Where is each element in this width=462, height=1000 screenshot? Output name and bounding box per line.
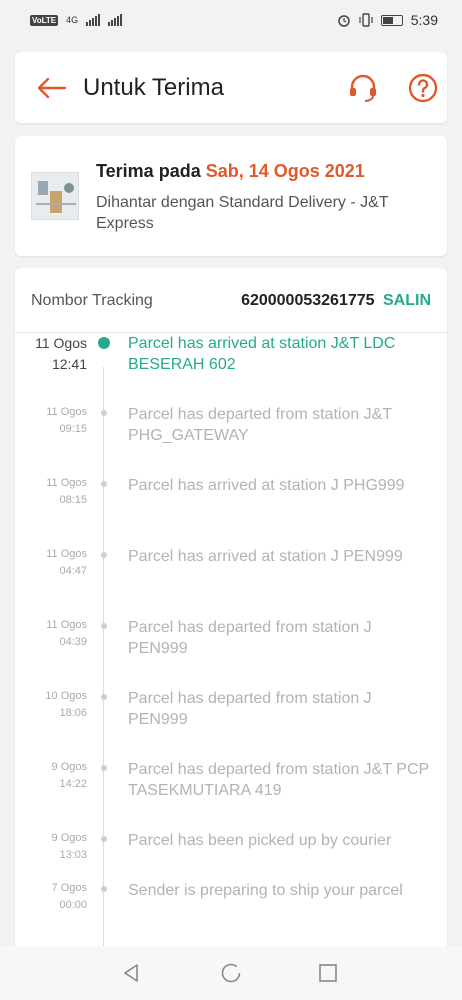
tracking-timeline: 11 Ogos 12:41 Parcel has arrived at statio… <box>15 333 447 1000</box>
event-date: 11 Ogos <box>46 406 87 418</box>
event-time: 04:47 <box>59 565 87 577</box>
status-dot <box>101 481 107 487</box>
event-datetime: 10 Ogos 18:06 <box>45 688 87 722</box>
signal-icon-2 <box>108 14 123 26</box>
status-dot <box>101 886 107 892</box>
battery-icon <box>380 14 403 26</box>
copy-button[interactable]: SALIN <box>383 292 431 309</box>
event-description: Parcel has departed from station J PEN99… <box>128 690 372 728</box>
event-date: 11 Ogos <box>46 619 87 631</box>
event-datetime: 11 Ogos 12:41 <box>35 333 87 375</box>
event-date: 9 Ogos <box>51 761 87 773</box>
event-datetime: 11 Ogos 04:39 <box>46 617 87 651</box>
event-description: Parcel has arrived at station J&T LDC BE… <box>128 335 396 373</box>
system-nav-bar <box>0 946 462 1000</box>
event-datetime: 7 Ogos 00:00 <box>52 880 87 914</box>
status-right: 5:39 <box>337 12 438 28</box>
event-time: 08:15 <box>59 494 87 506</box>
event-description: Parcel has arrived at station J PEN999 <box>128 548 403 565</box>
nav-recent-icon[interactable] <box>318 963 338 983</box>
active-status-dot <box>98 337 110 349</box>
page-title: Untuk Terima <box>83 74 224 101</box>
received-date: Sab, 14 Ogos 2021 <box>205 161 365 181</box>
help-icon[interactable] <box>407 72 439 104</box>
event-date: 11 Ogos <box>46 548 87 560</box>
delivery-card[interactable]: Terima pada Sab, 14 Ogos 2021 Dihantar d… <box>15 136 447 256</box>
header-bar: Untuk Terima <box>15 52 447 123</box>
tracking-header: Nombor Tracking 620000053261775 SALIN <box>15 268 447 333</box>
status-dot <box>101 765 107 771</box>
event-time: 18:06 <box>59 707 87 719</box>
status-dot <box>101 410 107 416</box>
signal-icon <box>86 14 101 26</box>
tracking-number-row: 620000053261775 SALIN <box>241 292 431 310</box>
status-left: VoLTE 4G <box>30 14 123 26</box>
clock: 5:39 <box>410 12 438 28</box>
event-date: 11 Ogos <box>35 335 87 351</box>
event-time: 14:22 <box>59 778 87 790</box>
timeline-line <box>103 367 104 1000</box>
back-arrow-icon[interactable] <box>35 76 67 100</box>
event-datetime: 9 Ogos 13:03 <box>52 830 87 864</box>
received-line: Terima pada Sab, 14 Ogos 2021 <box>96 161 365 182</box>
status-dot <box>101 552 107 558</box>
event-time: 04:39 <box>59 636 87 648</box>
nav-back-icon[interactable] <box>120 962 142 984</box>
tracking-label: Nombor Tracking <box>31 292 153 309</box>
event-description: Parcel has departed from station J&T PHG… <box>128 406 392 444</box>
vibrate-icon <box>359 13 373 27</box>
event-date: 7 Ogos <box>51 882 87 894</box>
product-thumbnail <box>31 172 79 220</box>
event-description: Sender is preparing to ship your parcel <box>128 882 403 899</box>
event-description: Parcel has arrived at station J PHG999 <box>128 477 405 494</box>
event-description: Parcel has been picked up by courier <box>128 832 392 849</box>
status-dot <box>101 694 107 700</box>
event-datetime: 11 Ogos 09:15 <box>46 404 87 438</box>
received-label: Terima pada <box>96 161 201 181</box>
event-time: 12:41 <box>51 356 87 372</box>
network-label: 4G <box>66 15 79 25</box>
event-datetime: 11 Ogos 04:47 <box>46 546 87 580</box>
volte-badge: VoLTE <box>30 14 59 26</box>
event-date: 10 Ogos <box>45 690 87 702</box>
event-datetime: 9 Ogos 14:22 <box>52 759 87 793</box>
nav-home-icon[interactable] <box>220 962 242 984</box>
status-bar: VoLTE 4G 5:39 <box>0 0 462 40</box>
headset-icon[interactable] <box>347 72 379 104</box>
alarm-icon <box>338 15 350 27</box>
event-date: 9 Ogos <box>51 832 87 844</box>
event-datetime: 11 Ogos 08:15 <box>46 475 87 509</box>
event-date: 11 Ogos <box>46 477 87 489</box>
event-time: 13:03 <box>59 849 87 861</box>
tracking-number: 620000053261775 <box>241 292 375 309</box>
event-description: Parcel has departed from station J&T PCP… <box>128 761 429 799</box>
carrier-text: Dihantar dengan Standard Delivery - J&T … <box>96 194 389 232</box>
event-time: 09:15 <box>59 423 87 435</box>
status-dot <box>101 623 107 629</box>
event-time: 00:00 <box>59 899 87 911</box>
event-description: Parcel has departed from station J PEN99… <box>128 619 372 657</box>
tracking-card: Nombor Tracking 620000053261775 SALIN 11… <box>15 268 447 1000</box>
status-dot <box>101 836 107 842</box>
